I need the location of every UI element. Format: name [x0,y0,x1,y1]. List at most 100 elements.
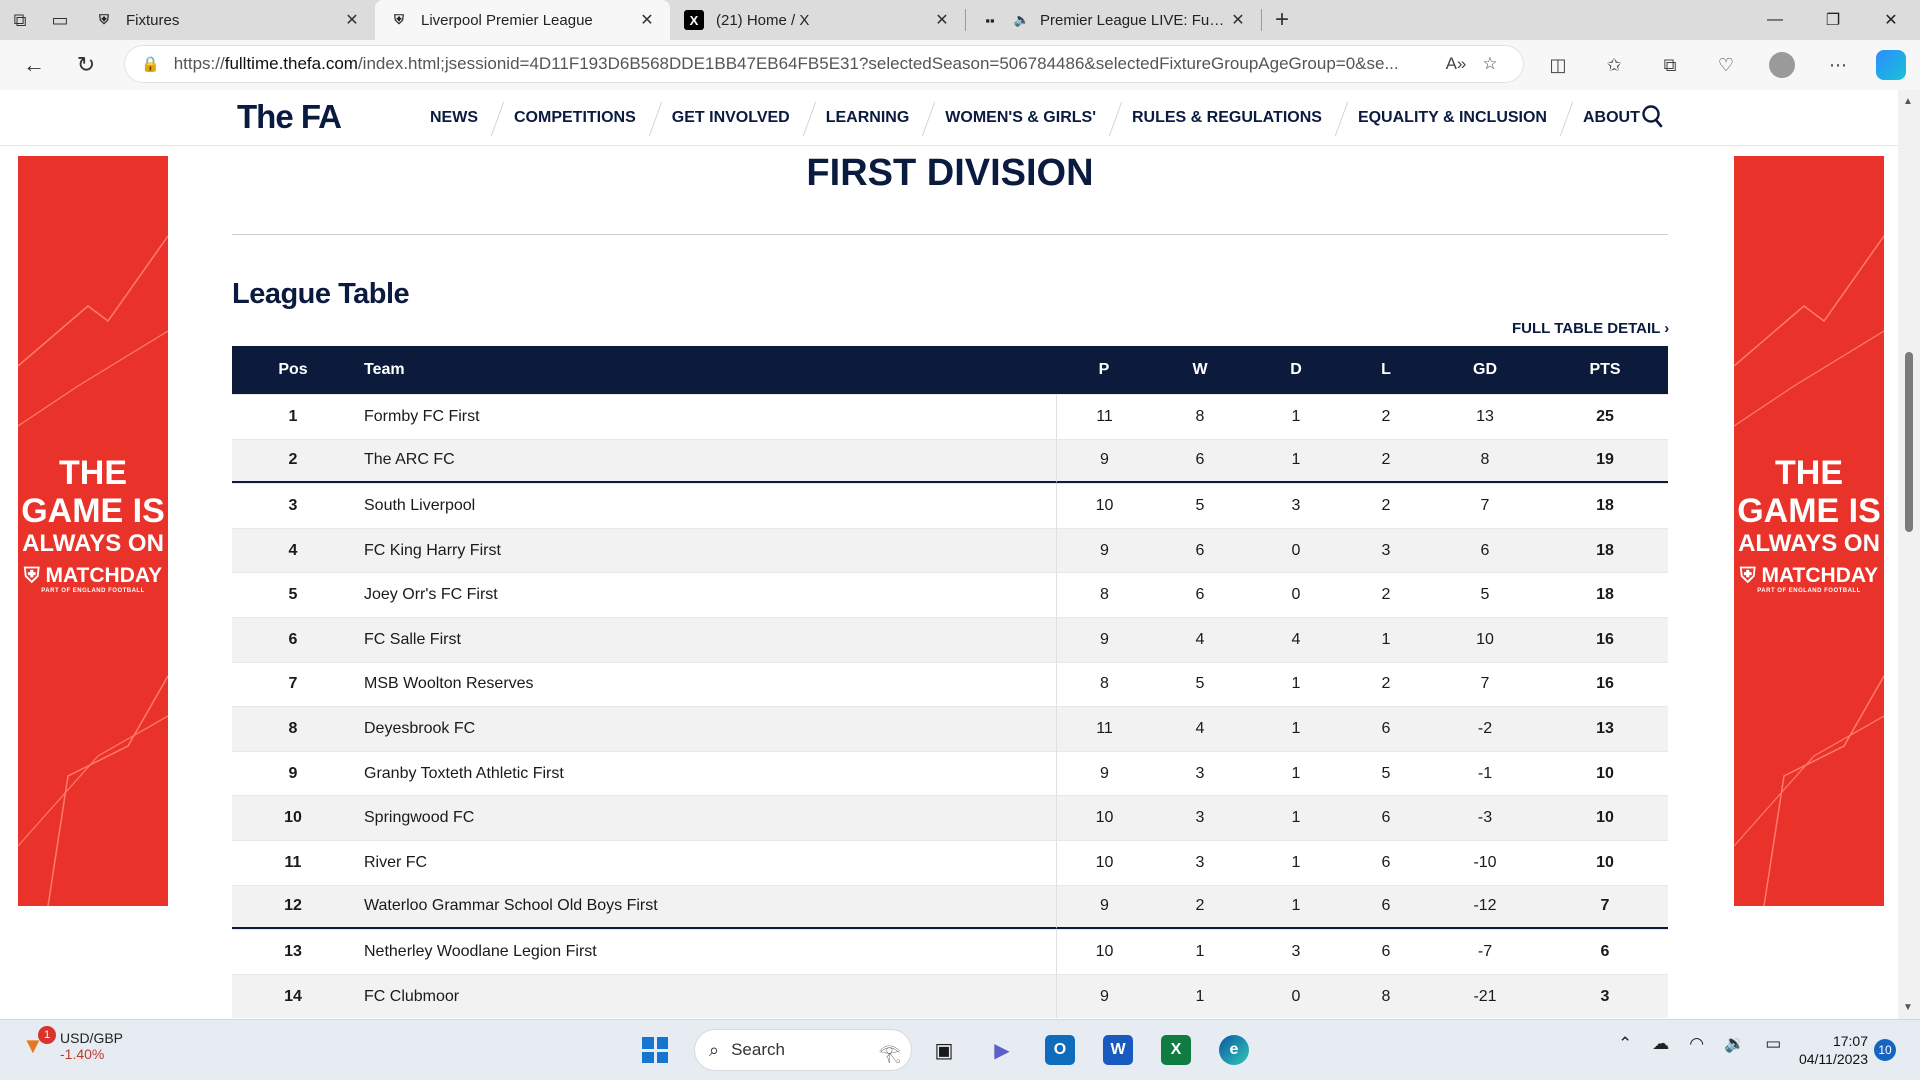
close-icon[interactable]: ✕ [341,10,363,30]
collections-icon[interactable]: ⧉ [1642,55,1698,76]
cell-team[interactable]: Formby FC First [354,394,1056,439]
cell-team[interactable]: Granby Toxteth Athletic First [354,750,1056,796]
col-goal-difference[interactable]: GD [1428,346,1542,394]
col-team[interactable]: Team [354,346,1056,394]
nav-rules-regulations[interactable]: RULES & REGULATIONS [1114,90,1340,146]
word-icon[interactable]: W [1092,1028,1144,1072]
profile-avatar[interactable] [1769,52,1795,78]
speaker-icon[interactable]: 🔈 [1012,10,1032,30]
onedrive-icon[interactable]: ☁ [1652,1034,1669,1054]
page-scrollbar[interactable]: ▲ ▼ [1898,90,1920,1019]
browser-essentials-icon[interactable]: ♡ [1698,55,1754,76]
split-screen-icon[interactable]: ◫ [1530,55,1586,76]
close-icon[interactable]: ✕ [636,10,658,30]
table-row[interactable]: 10 Springwood FC 10 3 1 6 -3 10 [232,795,1668,840]
col-won[interactable]: W [1152,346,1248,394]
address-bar[interactable]: 🔒 https://fulltime.thefa.com/index.html;… [124,45,1524,83]
back-icon[interactable]: ← [8,40,60,90]
tab-liverpool-premier-league[interactable]: ⛨ Liverpool Premier League ✕ [375,0,670,40]
scroll-down-icon[interactable]: ▼ [1903,1002,1913,1013]
cell-team[interactable]: South Liverpool [354,483,1056,528]
edge-icon[interactable]: e [1208,1028,1260,1072]
windows-start-icon[interactable] [636,1031,674,1069]
table-row[interactable]: 9 Granby Toxteth Athletic First 9 3 1 5 -1 10 [232,750,1668,796]
favorite-star-icon[interactable]: ☆ [1473,54,1507,74]
new-tab-icon[interactable]: + [1262,0,1302,40]
tab-fixtures[interactable]: ⛨ Fixtures ✕ [80,0,375,40]
cell-points: 3 [1542,973,1668,1019]
copilot-icon[interactable] [1876,50,1906,80]
matchday-ad-right[interactable]: THE GAME IS ALWAYS ON ⛨ MATCHDAY PART OF… [1734,156,1884,906]
cell-team[interactable]: Joey Orr's FC First [354,572,1056,617]
lock-icon[interactable]: 🔒 [141,55,160,73]
read-aloud-icon[interactable]: A» [1439,54,1473,74]
refresh-icon[interactable]: ↻ [60,40,112,90]
col-points[interactable]: PTS [1542,346,1668,394]
cell-team[interactable]: River FC [354,839,1056,885]
table-row[interactable]: 7 MSB Woolton Reserves 8 5 1 2 7 16 [232,661,1668,707]
table-row[interactable]: 5 Joey Orr's FC First 8 6 0 2 5 18 [232,572,1668,617]
full-table-detail-link[interactable]: FULL TABLE DETAIL › [1512,320,1669,337]
nav-equality-inclusion[interactable]: EQUALITY & INCLUSION [1340,90,1565,146]
cell-team[interactable]: Waterloo Grammar School Old Boys First [354,884,1056,930]
cell-team[interactable]: FC Salle First [354,616,1056,662]
tab-x-home[interactable]: X (21) Home / X ✕ [670,0,965,40]
taskbar-search[interactable]: ⌕ Search 𓂀 [694,1029,912,1071]
nav-news[interactable]: NEWS [412,90,496,146]
table-row[interactable]: 14 FC Clubmoor 9 1 0 8 -21 3 [232,973,1668,1019]
col-played[interactable]: P [1056,346,1152,394]
cell-team[interactable]: FC King Harry First [354,527,1056,573]
system-clock[interactable]: 17:07 04/11/2023 [1788,1032,1868,1068]
table-row[interactable]: 1 Formby FC First 11 8 1 2 13 25 [232,394,1668,439]
close-icon[interactable]: ✕ [1227,10,1249,30]
stock-widget[interactable]: ▼ 1 USD/GBP -1.40% [22,1026,123,1062]
cell-team[interactable]: FC Clubmoor [354,973,1056,1019]
table-row[interactable]: 3 South Liverpool 10 5 3 2 7 18 [232,483,1668,528]
teams-chat-icon[interactable]: ▶ [976,1028,1028,1072]
notification-badge[interactable]: 10 [1874,1039,1896,1061]
cell-team[interactable]: Netherley Woodlane Legion First [354,929,1056,974]
nav-learning[interactable]: LEARNING [808,90,928,146]
cell-team[interactable]: MSB Woolton Reserves [354,661,1056,707]
close-icon[interactable]: ✕ [931,10,953,30]
battery-icon[interactable]: ▭ [1765,1034,1781,1054]
tab-actions-icon[interactable]: ▭ [40,0,80,40]
cell-team[interactable]: The ARC FC [354,438,1056,484]
nav-competitions[interactable]: COMPETITIONS [496,90,654,146]
tab-premier-league-live[interactable]: ▪▪ 🔈 Premier League LIVE: Fulham ✕ [966,0,1261,40]
matchday-ad-left[interactable]: THE GAME IS ALWAYS ON ⛨ MATCHDAY PART OF… [18,156,168,906]
minimize-icon[interactable]: — [1746,0,1804,40]
window-close-icon[interactable]: ✕ [1862,0,1920,40]
scroll-up-icon[interactable]: ▲ [1903,96,1913,107]
cell-team[interactable]: Deyesbrook FC [354,706,1056,751]
url-text[interactable]: https://fulltime.thefa.com/index.html;js… [174,54,1439,74]
table-row[interactable]: 8 Deyesbrook FC 11 4 1 6 -2 13 [232,706,1668,751]
nav-get-involved[interactable]: GET INVOLVED [654,90,808,146]
favorites-icon[interactable]: ✩ [1586,55,1642,76]
task-view-icon[interactable]: ▣ [918,1028,970,1072]
col-pos[interactable]: Pos [232,346,354,394]
table-row[interactable]: 2 The ARC FC 9 6 1 2 8 19 [232,438,1668,484]
outlook-icon[interactable]: O [1034,1028,1086,1072]
restore-icon[interactable]: ❐ [1804,0,1862,40]
table-row[interactable]: 11 River FC 10 3 1 6 -10 10 [232,839,1668,885]
chevron-right-icon: › [1664,320,1670,337]
table-row[interactable]: 12 Waterloo Grammar School Old Boys First… [232,884,1668,930]
col-drawn[interactable]: D [1248,346,1344,394]
table-row[interactable]: 4 FC King Harry First 9 6 0 3 6 18 [232,527,1668,573]
scrollbar-thumb[interactable] [1905,352,1913,532]
nav-womens-girls[interactable]: WOMEN'S & GIRLS' [927,90,1114,146]
volume-icon[interactable]: 🔉 [1724,1034,1745,1054]
wifi-icon[interactable]: ◠ [1689,1034,1704,1054]
workspaces-icon[interactable]: ⧉ [0,0,40,40]
the-fa-logo[interactable]: The FA [237,98,342,136]
cell-team[interactable]: Springwood FC [354,795,1056,840]
search-icon[interactable] [1640,102,1668,134]
search-icon: ⌕ [709,1039,720,1060]
col-lost[interactable]: L [1344,346,1428,394]
more-options-icon[interactable]: ⋯ [1810,55,1866,76]
table-row[interactable]: 13 Netherley Woodlane Legion First 10 1 3 6 -7… [232,929,1668,974]
chevron-up-icon[interactable]: ⌃ [1618,1034,1632,1054]
excel-icon[interactable]: X [1150,1028,1202,1072]
table-row[interactable]: 6 FC Salle First 9 4 4 1 10 16 [232,616,1668,662]
